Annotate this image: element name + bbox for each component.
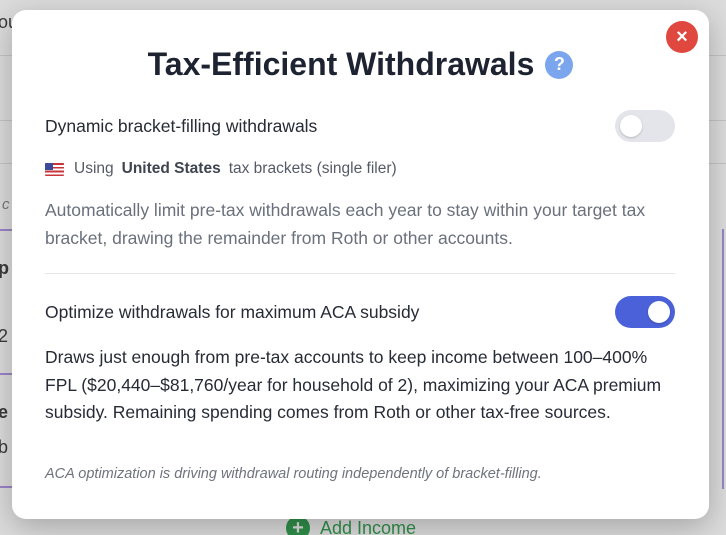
background-divider [709,120,726,121]
aca-description: Draws just enough from pre-tax accounts … [45,347,662,422]
background-divider [0,55,12,56]
help-icon[interactable]: ? [545,50,574,79]
bracket-filling-description: Automatically limit pre-tax withdrawals … [45,200,646,248]
background-card-border [0,229,12,231]
background-text: c [2,196,10,213]
modal-header: Tax-Efficient Withdrawals ? [12,46,709,83]
tax-efficient-withdrawals-modal: × Tax-Efficient Withdrawals ? Dynamic br… [12,10,709,519]
toggle-knob [620,115,642,137]
using-prefix: Using [74,160,114,177]
background-divider [0,163,12,164]
using-suffix: tax brackets (single filer) [228,160,397,177]
tax-bracket-info: Using United States tax brackets (single… [45,160,397,178]
aca-optimize-toggle[interactable] [615,296,675,328]
toggle-knob [648,301,670,323]
background-text: b [0,437,9,457]
background-divider [709,163,726,164]
us-flag-icon [45,162,64,176]
background-card-border [0,486,12,488]
bracket-filling-toggle[interactable] [615,110,675,142]
add-income-label: Add Income [320,517,417,535]
aca-routing-note: ACA optimization is driving withdrawal r… [45,466,542,482]
background-divider [0,120,12,121]
bracket-filling-label: Dynamic bracket-filling withdrawals [45,116,318,136]
background-text: e [0,402,9,422]
background-text: 2 [0,326,9,346]
background-text: p [0,258,9,278]
modal-title: Tax-Efficient Withdrawals [147,46,535,82]
background-divider [709,55,726,56]
country-name: United States [121,160,221,177]
background-card-border [722,229,724,489]
aca-optimize-label: Optimize withdrawals for maximum ACA sub… [45,302,420,322]
section-divider [45,273,675,274]
background-card-border [0,373,12,375]
